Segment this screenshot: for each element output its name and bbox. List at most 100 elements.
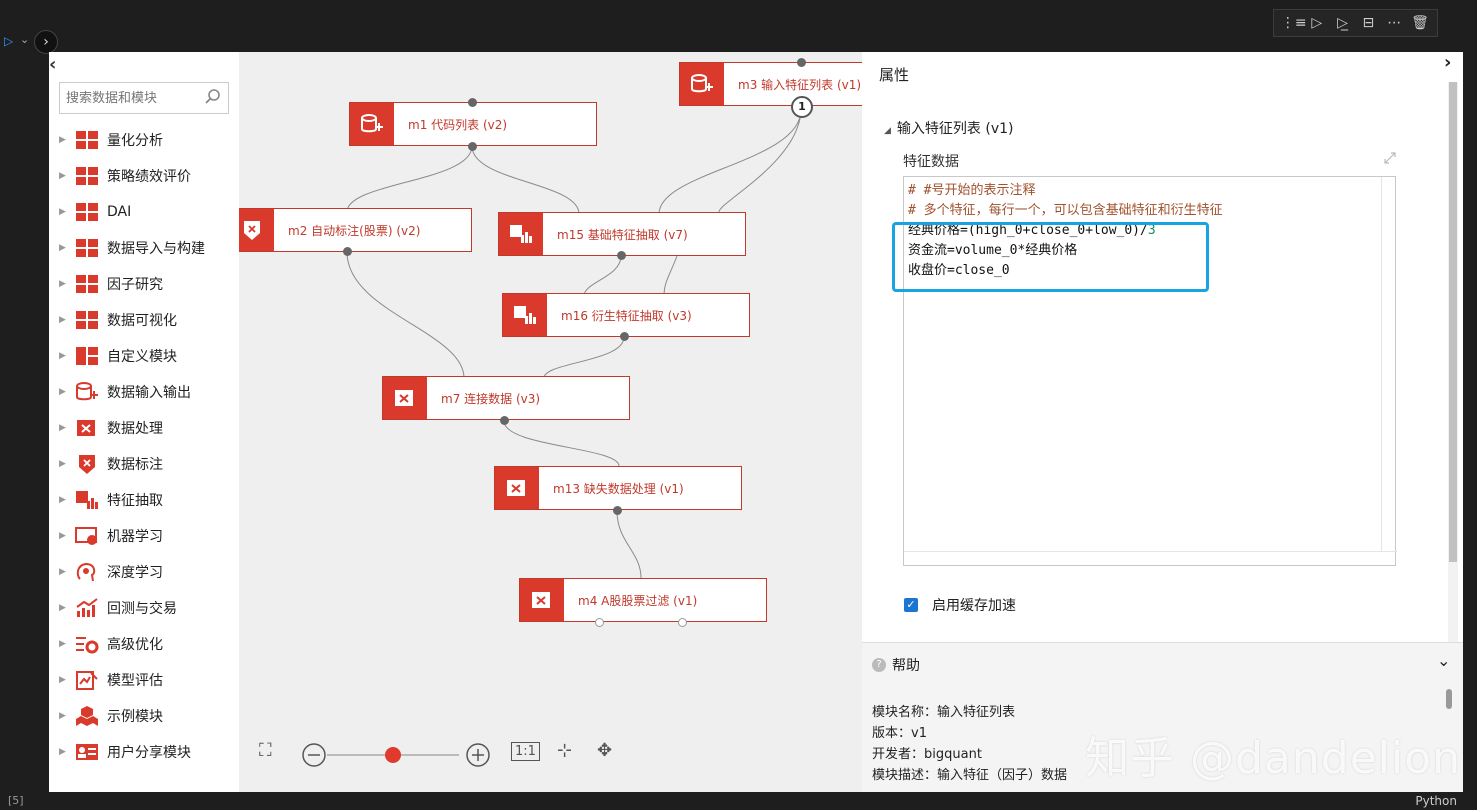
caret-right-icon[interactable]: ▶ [59,351,75,361]
node-port[interactable] [613,506,622,515]
node-port[interactable] [595,618,604,627]
workflow-node-m13[interactable]: m13 缺失数据处理 (v1) [494,466,742,510]
scrollbar-thumb[interactable] [1449,82,1457,562]
caret-right-icon[interactable]: ▶ [59,243,75,253]
search-input[interactable] [60,83,198,113]
sidebar-item[interactable]: ▶ 用户分享模块 [49,734,239,770]
zoom-reset-button[interactable]: 1:1 [511,742,540,761]
split-cell-icon[interactable]: ⊟ [1358,15,1378,31]
caret-right-icon[interactable]: ▶ [59,567,75,577]
section-title: 输入特征列表 (v1) [896,121,1014,137]
run-by-line-icon[interactable]: ⋮≡ [1281,15,1307,31]
caret-right-icon[interactable]: ▶ [59,135,75,145]
workflow-node-m7[interactable]: m7 连接数据 (v3) [382,376,630,420]
pan-move-icon[interactable]: ✥ [597,740,612,761]
node-port[interactable] [617,251,626,260]
sidebar-item[interactable]: ▶ 高级优化 [49,626,239,662]
editor-scrollbar[interactable] [1381,177,1395,551]
help-header[interactable]: ? 帮助 [872,655,920,675]
caret-right-icon[interactable]: ▶ [59,711,75,721]
sidebar-item-label: 机器学习 [107,529,163,545]
sidebar-item[interactable]: ▶ 因子研究 [49,266,239,302]
sidebar-item[interactable]: ▶ DAI [49,194,239,230]
node-port[interactable] [468,142,477,151]
caret-right-icon[interactable]: ▶ [59,387,75,397]
sidebar-item[interactable]: ▶ 回测与交易 [49,590,239,626]
kernel-language[interactable]: Python [1415,794,1457,808]
workflow-node-m3[interactable]: m3 输入特征列表 (v1) [679,62,862,106]
scrollbar-thumb[interactable] [1446,689,1452,709]
sidebar-item[interactable]: ▶ 数据输入输出 [49,374,239,410]
execute-above-icon[interactable]: ▷ [1307,15,1327,31]
node-port[interactable] [468,98,477,107]
sidebar-item[interactable]: ▶ 策略绩效评价 [49,158,239,194]
caret-right-icon[interactable]: ▶ [59,495,75,505]
workflow-node-m16[interactable]: m16 衍生特征抽取 (v3) [502,293,750,337]
sidebar-item[interactable]: ▶ 数据标注 [49,446,239,482]
caret-right-icon[interactable]: ▶ [59,279,75,289]
caret-right-icon[interactable]: ▶ [59,171,75,181]
workflow-node-m2[interactable]: m2 自动标注(股票) (v2) [239,208,472,252]
section-header[interactable]: ◢ 输入特征列表 (v1) [884,118,1014,138]
node-label: m16 衍生特征抽取 (v3) [561,308,692,323]
cache-checkbox[interactable]: ✓ [904,598,918,612]
properties-scrollbar[interactable] [1448,82,1458,642]
workflow-node-m4[interactable]: m4 A股股票过滤 (v1) [519,578,767,622]
caret-right-icon[interactable]: ▶ [59,207,75,217]
caret-right-icon[interactable]: ▶ [59,747,75,757]
node-port[interactable] [343,247,352,256]
user-card-icon [76,744,98,760]
sidebar-item[interactable]: ▶ 深度学习 [49,554,239,590]
edge-m15-m16b [663,255,678,297]
sidebar-item[interactable]: ▶ 数据导入与构建 [49,230,239,266]
more-icon[interactable]: ⋯ [1384,15,1404,31]
editor-horizontal-scrollbar[interactable] [904,551,1397,565]
sidebar-item[interactable]: ▶ 量化分析 [49,122,239,158]
sidebar-item[interactable]: ▶ 数据处理 [49,410,239,446]
cache-option[interactable]: ✓ 启用缓存加速 [904,595,1016,615]
execute-below-icon[interactable]: ▷̲ [1333,15,1353,31]
delete-icon[interactable]: 🗑 [1410,15,1430,31]
chevron-down-icon[interactable]: ⌄ [1437,651,1450,670]
cache-label: 启用缓存加速 [932,598,1016,614]
node-port[interactable] [797,58,806,67]
caret-right-icon[interactable]: ▶ [59,603,75,613]
sidebar-collapse-icon[interactable]: ‹ [49,54,56,75]
expand-icon[interactable] [1383,151,1397,165]
run-cell-icon[interactable]: ▷ [4,34,13,48]
caret-right-icon[interactable]: ▶ [59,675,75,685]
sidebar-item[interactable]: ▶ 示例模块 [49,698,239,734]
chevron-down-icon[interactable]: ⌄ [20,33,29,46]
status-bar: [5] Python [0,792,1477,810]
annotation-highlight-box [892,222,1209,292]
fit-selection-icon[interactable]: ⊹ [557,740,572,761]
cell-toolbar: ⋮≡ ▷ ▷̲ ⊟ ⋯ 🗑 [1273,9,1438,37]
fit-view-icon[interactable]: ⛶ [259,740,272,761]
node-badge: 1 [791,96,813,118]
search-icon[interactable] [204,88,222,106]
edit-chart-icon [76,671,98,690]
zoom-in-icon[interactable] [465,742,491,768]
caret-right-icon[interactable]: ▶ [59,531,75,541]
caret-right-icon[interactable]: ▶ [59,423,75,433]
tag-icon [79,455,95,474]
workflow-node-m1[interactable]: m1 代码列表 (v2) [349,102,597,146]
sidebar-item[interactable]: ▶ 自定义模块 [49,338,239,374]
zoom-slider[interactable] [301,742,461,768]
caret-down-icon: ◢ [884,126,891,136]
sidebar-item[interactable]: ▶ 数据可视化 [49,302,239,338]
caret-right-icon[interactable]: ▶ [59,639,75,649]
panel-collapse-icon[interactable]: › [1444,52,1451,73]
node-port[interactable] [620,332,629,341]
node-port[interactable] [500,416,509,425]
sidebar-item[interactable]: ▶ 特征抽取 [49,482,239,518]
collapse-output-button[interactable]: › [34,30,58,54]
caret-right-icon[interactable]: ▶ [59,315,75,325]
sidebar-item-label: 高级优化 [107,637,163,653]
sidebar-item[interactable]: ▶ 机器学习 [49,518,239,554]
node-port[interactable] [678,618,687,627]
workflow-canvas[interactable]: m3 输入特征列表 (v1) 1 m1 代码列表 (v2) m2 自动标注(股票) (… [239,52,862,792]
sidebar-item[interactable]: ▶ 模型评估 [49,662,239,698]
caret-right-icon[interactable]: ▶ [59,459,75,469]
workflow-node-m15[interactable]: m15 基础特征抽取 (v7) [498,212,746,256]
